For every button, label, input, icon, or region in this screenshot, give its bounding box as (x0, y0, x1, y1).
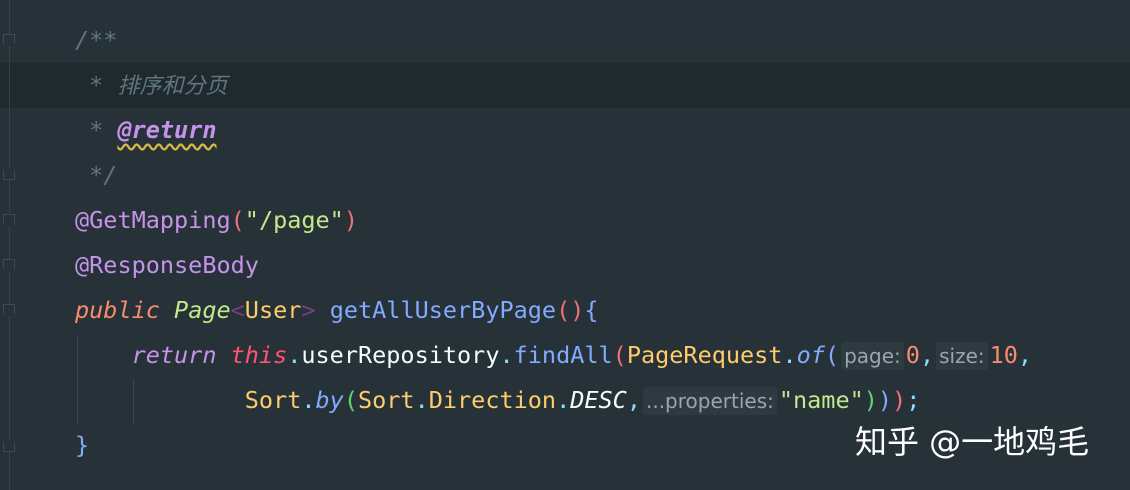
code-token: . (414, 386, 429, 414)
code-token: Sort (244, 386, 302, 414)
code-token: ) (877, 386, 893, 414)
parameter-hint: ...properties: (642, 387, 777, 415)
code-line[interactable]: * 排序和分页 (75, 63, 227, 108)
code-token: * (75, 116, 118, 144)
fold-open-icon[interactable] (3, 34, 15, 48)
watermark: 知乎 @一地鸡毛 (855, 423, 1090, 461)
code-line[interactable]: * @return (75, 108, 217, 153)
code-token: PageRequest (626, 341, 783, 369)
code-token: ( (824, 341, 840, 369)
fold-open-icon[interactable] (3, 259, 15, 273)
code-line[interactable]: public Page<User> getAllUserByPage(){ (75, 288, 599, 333)
code-token: */ (75, 161, 118, 189)
code-token: ( (343, 386, 358, 414)
code-token: , (1017, 341, 1033, 369)
code-line[interactable]: } (75, 423, 89, 468)
code-token: ) (863, 386, 878, 414)
gutter-fold-line (9, 0, 10, 490)
code-token: @return (117, 116, 217, 144)
code-token: User (244, 296, 302, 324)
code-token: findAll (513, 341, 613, 369)
code-token: return (131, 341, 217, 369)
code-line[interactable]: */ (75, 153, 117, 198)
code-token: ( (230, 206, 245, 234)
code-token: of (796, 341, 825, 369)
code-token: @GetMapping (75, 206, 231, 234)
code-token: () (556, 296, 585, 324)
parameter-hint: size: (936, 342, 988, 370)
code-token: . (499, 341, 514, 369)
code-token: . (301, 386, 316, 414)
code-token: 排序和分页 (117, 74, 228, 99)
code-token: ) (892, 386, 907, 414)
code-token: @ResponseBody (75, 251, 259, 279)
code-token: { (584, 296, 599, 324)
code-token: } (75, 431, 90, 459)
code-token: public (75, 296, 160, 324)
parameter-hint: page: (841, 342, 904, 370)
code-token: > (301, 296, 316, 324)
code-token: "name" (778, 386, 864, 414)
code-token: this (230, 341, 288, 369)
code-token: ; (906, 386, 921, 414)
code-token: Sort (357, 386, 415, 414)
code-token: 10 (989, 341, 1018, 369)
code-token: , (626, 386, 641, 414)
code-line[interactable]: @ResponseBody (75, 243, 259, 288)
code-token: DESC (570, 386, 627, 414)
code-line[interactable]: @GetMapping("/page") (75, 198, 358, 243)
code-line[interactable]: return this.userRepository.findAll(PageR… (75, 333, 1032, 378)
code-token: Direction (428, 386, 557, 414)
code-token: 0 (905, 341, 920, 369)
code-line[interactable]: /** (75, 18, 117, 63)
code-token: ) (343, 206, 358, 234)
code-token: "/page" (244, 206, 344, 234)
code-token: , (919, 341, 935, 369)
code-token: /** (75, 26, 118, 54)
fold-close-icon[interactable] (3, 438, 15, 452)
code-token: . (556, 386, 571, 414)
code-line[interactable]: Sort.by(Sort.Direction.DESC, ...propertie… (75, 378, 920, 423)
code-token: * (75, 71, 118, 99)
code-token: userRepository (301, 341, 500, 369)
code-token: getAllUserByPage (329, 296, 557, 324)
fold-open-icon[interactable] (3, 304, 15, 318)
code-token: . (287, 341, 302, 369)
code-token: < (230, 296, 245, 324)
code-token: by (315, 386, 344, 414)
fold-close-icon[interactable] (3, 166, 15, 180)
fold-open-icon[interactable] (3, 214, 15, 228)
code-token: . (782, 341, 797, 369)
code-token: ( (612, 341, 627, 369)
code-token: Page (174, 296, 231, 324)
